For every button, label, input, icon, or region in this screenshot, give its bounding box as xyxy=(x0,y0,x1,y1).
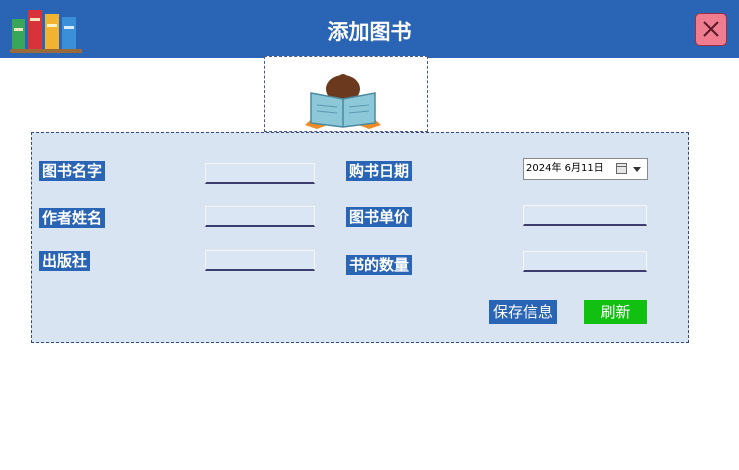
chevron-down-icon[interactable] xyxy=(633,167,641,172)
refresh-button[interactable]: 刷新 xyxy=(584,300,647,324)
purchase-date-picker[interactable]: 2024年 6月11日 xyxy=(523,158,648,180)
calendar-icon xyxy=(616,163,627,174)
person-reading-icon xyxy=(305,74,381,129)
author-label: 作者姓名 xyxy=(39,208,106,228)
purchase-date-value: 2024年 6月11日 xyxy=(526,163,604,174)
save-button[interactable]: 保存信息 xyxy=(489,300,557,324)
title-bar: 添加图书 xyxy=(0,0,739,58)
unit-price-input[interactable] xyxy=(523,205,647,226)
close-icon xyxy=(703,21,719,37)
window-title: 添加图书 xyxy=(327,19,412,44)
close-button[interactable] xyxy=(695,13,727,46)
book-form-panel: 图书名字 作者姓名 出版社 购书日期 2024年 6月11日 图书单价 书的数量… xyxy=(31,132,689,343)
reading-illustration-frame xyxy=(264,56,428,132)
publisher-input[interactable] xyxy=(205,250,315,271)
publisher-label: 出版社 xyxy=(39,251,91,271)
quantity-input[interactable] xyxy=(523,251,647,272)
unit-price-label: 图书单价 xyxy=(346,207,413,227)
book-name-input[interactable] xyxy=(205,163,315,184)
purchase-date-label: 购书日期 xyxy=(346,161,413,181)
book-name-label: 图书名字 xyxy=(39,161,106,181)
quantity-label: 书的数量 xyxy=(346,255,413,275)
author-input[interactable] xyxy=(205,206,315,227)
